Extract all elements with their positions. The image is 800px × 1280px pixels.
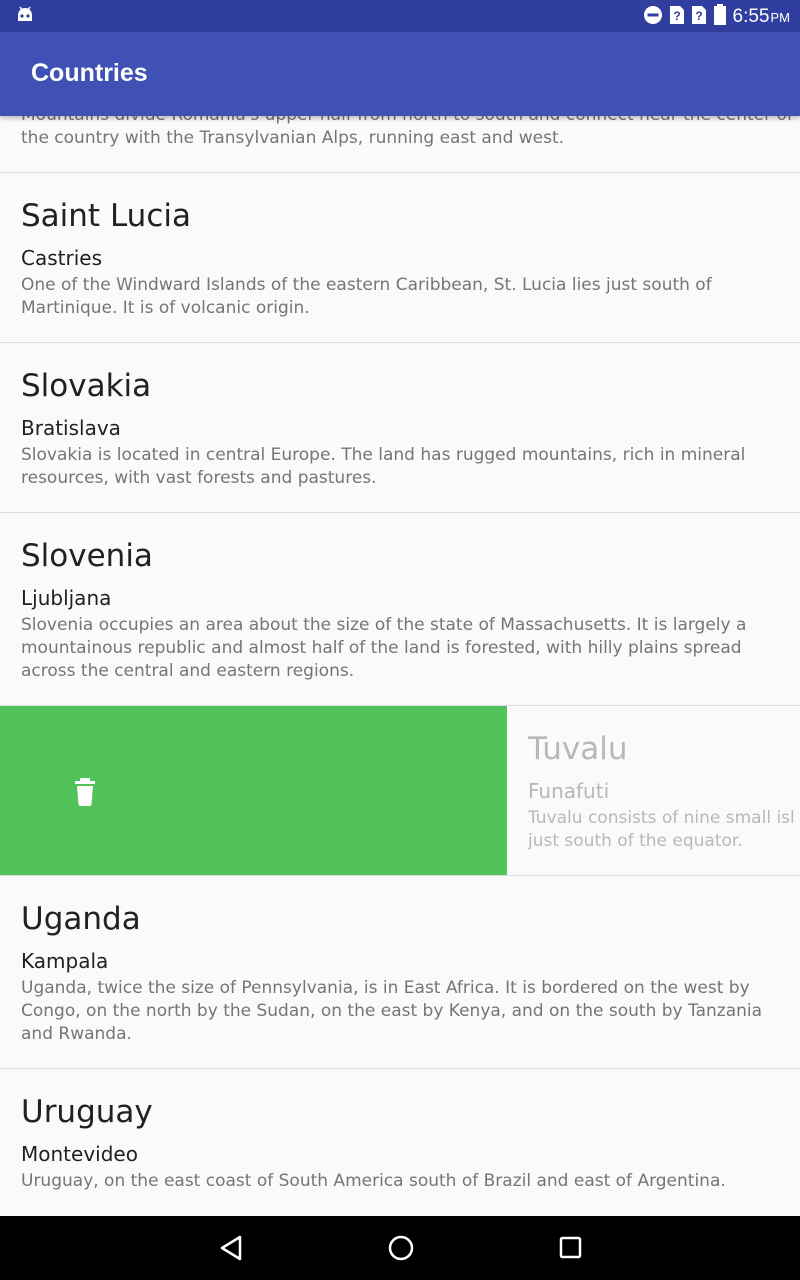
- app-bar: Countries: [0, 32, 800, 116]
- country-capital: Castries: [21, 246, 102, 270]
- no-sim-icon: ?: [691, 5, 707, 29]
- list-item-swiped[interactable]: Tuvalu Funafuti Tuvalu consists of nine …: [0, 706, 800, 876]
- country-capital: Montevideo: [21, 1142, 138, 1166]
- do-not-disturb-icon: [643, 5, 663, 29]
- recents-icon[interactable]: [558, 1234, 584, 1266]
- country-description: Uruguay, on the east coast of South Amer…: [21, 1171, 726, 1191]
- clock: 6:55PM: [732, 6, 790, 27]
- list-item[interactable]: Uganda Kampala Uganda, twice the size of…: [0, 876, 800, 1069]
- trash-icon[interactable]: [73, 778, 97, 806]
- navigation-bar: [0, 1216, 800, 1280]
- back-icon[interactable]: [218, 1234, 244, 1266]
- country-name: Uganda: [21, 901, 141, 937]
- country-name: Saint Lucia: [21, 198, 191, 234]
- home-icon[interactable]: [387, 1234, 415, 1266]
- country-list[interactable]: Mountains divide Romania's upper half fr…: [0, 116, 800, 1216]
- country-description: just south of the equator.: [528, 831, 743, 851]
- page-title: Countries: [31, 59, 148, 87]
- svg-text:?: ?: [695, 9, 702, 23]
- country-description: Slovenia occupies an area about the size…: [21, 615, 747, 681]
- svg-text:?: ?: [673, 9, 680, 23]
- country-name: Tuvalu: [528, 731, 628, 767]
- country-capital: Funafuti: [528, 779, 610, 803]
- country-description: Uganda, twice the size of Pennsylvania, …: [21, 978, 763, 1044]
- no-sim-icon: ?: [669, 5, 685, 29]
- swiped-item-content[interactable]: Tuvalu Funafuti Tuvalu consists of nine …: [507, 706, 800, 875]
- country-capital: Ljubljana: [21, 586, 112, 610]
- country-name: Uruguay: [21, 1094, 153, 1130]
- list-item[interactable]: Saint Lucia Castries One of the Windward…: [0, 173, 800, 343]
- country-description: Slovakia is located in central Europe. T…: [21, 445, 746, 488]
- country-capital: Bratislava: [21, 416, 121, 440]
- country-name: Slovakia: [21, 368, 152, 404]
- battery-icon: [713, 4, 727, 30]
- country-capital: Kampala: [21, 949, 109, 973]
- country-name: Slovenia: [21, 538, 153, 574]
- list-item[interactable]: Mountains divide Romania's upper half fr…: [0, 116, 800, 173]
- country-description: One of the Windward Islands of the easte…: [21, 275, 712, 318]
- list-item[interactable]: Uruguay Montevideo Uruguay, on the east …: [0, 1069, 800, 1216]
- status-bar: ? ? 6:55PM: [0, 0, 800, 32]
- swipe-delete-background[interactable]: [0, 706, 507, 875]
- country-description: Tuvalu consists of nine small isl: [528, 808, 795, 828]
- country-description: the country with the Transylvanian Alps,…: [21, 128, 565, 148]
- list-item[interactable]: Slovenia Ljubljana Slovenia occupies an …: [0, 513, 800, 706]
- country-description: Mountains divide Romania's upper half fr…: [21, 116, 793, 127]
- android-debug-icon: [16, 6, 34, 28]
- list-item[interactable]: Slovakia Bratislava Slovakia is located …: [0, 343, 800, 513]
